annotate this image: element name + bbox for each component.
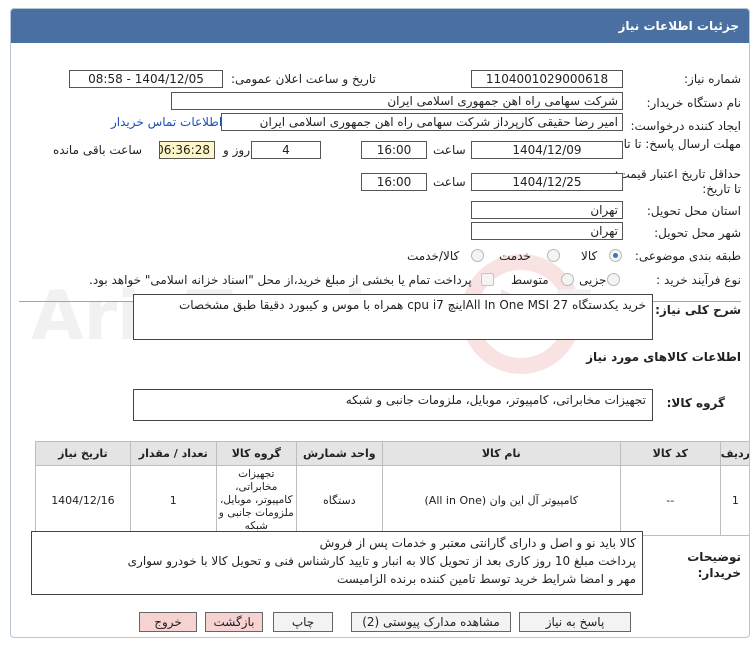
back-button[interactable]: بازگشت [205,612,263,632]
buyer-notes-box: کالا باید نو و اصل و دارای گارانتی معتبر… [31,531,643,595]
need-number-field: 1104001029000618 [471,70,623,88]
remaining-time-field: 06:36:28 [159,141,215,159]
cell-code: -- [619,465,721,536]
province-field: تهران [471,201,623,219]
city-field: تهران [471,222,623,240]
goods-info-title: اطلاعات کالاهای مورد نیاز [586,350,741,364]
col-name: نام کالا [381,441,621,466]
col-group: گروه کالا [215,441,297,466]
need-description-label: شرح کلی نیاز: [655,303,741,317]
buyer-contact-link[interactable]: اطلاعات تماس خریدار [111,115,222,129]
col-need-date: تاریخ نیاز [35,441,131,466]
creator-label: ایجاد کننده درخواست: [630,119,741,133]
category-option-goods: کالا [581,249,598,263]
reply-date-field: 1404/12/09 [471,141,623,159]
panel-title: جزئیات اطلاعات نیاز [618,19,739,33]
reply-button[interactable]: پاسخ به نیاز [519,612,631,632]
buyer-notes-label: توضیحات خریدار: [687,550,741,580]
days-label: روز و [223,143,250,157]
cell-need-date: 1404/12/16 [35,465,131,536]
col-code: کد کالا [619,441,721,466]
buyer-note-line: پرداخت مبلغ 10 روز کاری بعد از تحویل کال… [127,554,636,568]
table-row: 1 -- کامپیوتر آل این وان (All in One) دس… [35,465,749,536]
need-description-box: خرید یکدستگاه All In One MSI 27اینچ cpu … [133,294,653,340]
process-option-minor: جزیی [579,273,607,287]
attachments-button[interactable]: مشاهده مدارک پیوستی (2) [351,612,511,632]
process-radio-medium[interactable] [561,273,574,286]
reply-time-label: ساعت [433,143,466,157]
category-radio-goods-service[interactable] [471,249,484,262]
need-details-panel: جزئیات اطلاعات نیاز AriaTender.neT شماره… [10,8,750,638]
process-option-medium: متوسط [511,273,549,287]
announce-date-label: تاریخ و ساعت اعلان عمومی: [231,72,376,86]
panel-header: جزئیات اطلاعات نیاز [11,9,749,43]
price-validity-label: حداقل تاریخ اعتبار قیمت: تا تاریخ: [614,167,741,196]
col-unit: واحد شمارش [295,441,383,466]
buyer-label: نام دستگاه خریدار: [646,96,742,110]
treasury-payment-checkbox[interactable] [481,273,494,286]
category-radio-goods[interactable] [609,249,622,262]
process-radio-minor[interactable] [607,273,620,286]
cell-unit: دستگاه [295,465,383,536]
buyer-note-line: مهر و امضا شرایط خرید توسط تامین کننده ب… [336,572,636,586]
creator-field: امیر رضا حقیقی کارپرداز شرکت سهامی راه ا… [221,113,623,131]
remaining-label: ساعت باقی مانده [53,143,143,157]
print-button[interactable]: چاپ [273,612,333,632]
validity-time-label: ساعت [433,175,466,189]
city-label: شهر محل تحویل: [654,226,741,240]
reply-time-field: 16:00 [361,141,427,159]
category-label: طبقه بندی موضوعی: [634,249,741,263]
category-option-goods-service: کالا/خدمت [407,249,460,263]
reply-deadline-label: مهلت ارسال پاسخ: تا تاریخ: [602,137,741,151]
days-remaining-field: 4 [251,141,321,159]
need-description-text: خرید یکدستگاه All In One MSI 27اینچ cpu … [178,298,646,312]
table-header-row: ردیف کد کالا نام کالا واحد شمارش گروه کا… [35,441,749,466]
province-label: استان محل تحویل: [646,204,741,218]
cell-name: کامپیوتر آل این وان (All in One) [381,465,621,536]
goods-table: ردیف کد کالا نام کالا واحد شمارش گروه کا… [35,441,749,536]
treasury-payment-note: پرداخت تمام یا بخشی از مبلغ خرید،از محل … [89,273,472,287]
category-radio-service[interactable] [547,249,560,262]
validity-time-field: 16:00 [361,173,427,191]
category-option-service: خدمت [499,249,531,263]
buyer-field: شرکت سهامی راه اهن جمهوری اسلامی ایران [171,92,623,110]
process-type-label: نوع فرآیند خرید : [656,273,741,287]
exit-button[interactable]: خروج [139,612,197,632]
goods-group-label: گروه کالا: [666,396,725,410]
cell-row: 1 [719,465,749,536]
announce-date-field: 1404/12/05 - 08:58 [69,70,223,88]
cell-group: تجهیزات مخابراتی، کامپیوتر، موبایل، ملزو… [215,465,297,536]
goods-group-text: تجهیزات مخابراتی، کامپیوتر، موبایل، ملزو… [345,393,646,407]
col-quantity: تعداد / مقدار [129,441,217,466]
cell-quantity: 1 [129,465,217,536]
need-number-label: شماره نیاز: [684,72,741,86]
col-row: ردیف [719,441,749,466]
goods-group-box: تجهیزات مخابراتی، کامپیوتر، موبایل، ملزو… [133,389,653,421]
buyer-note-line: کالا باید نو و اصل و دارای گارانتی معتبر… [319,536,636,550]
validity-date-field: 1404/12/25 [471,173,623,191]
